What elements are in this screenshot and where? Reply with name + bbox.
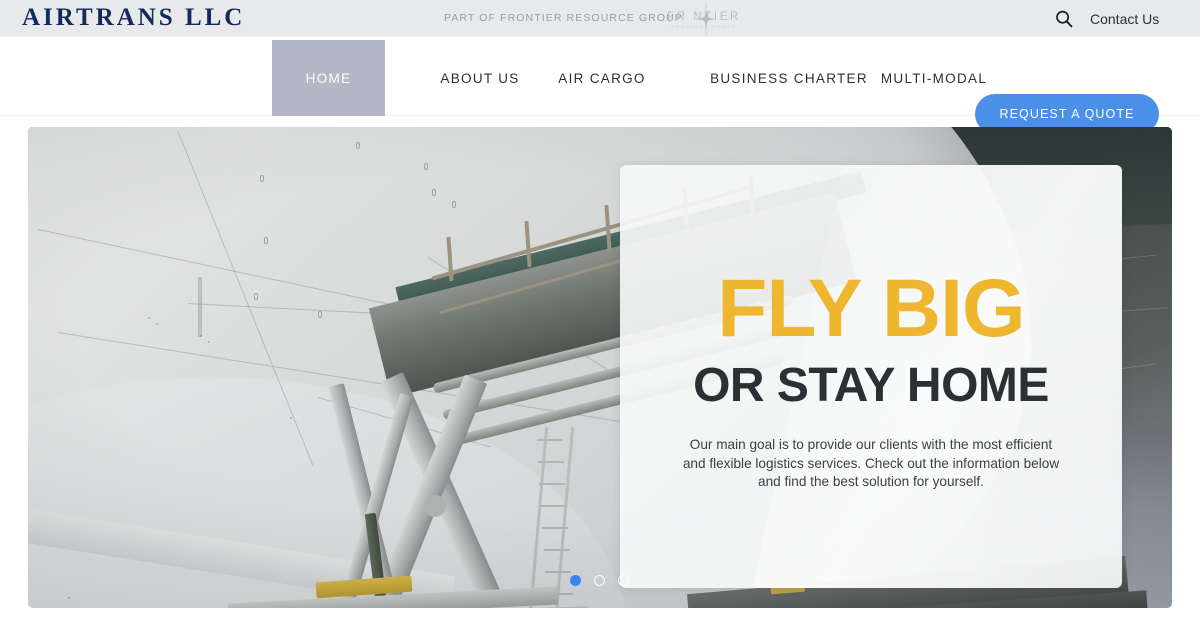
- nav-item-home[interactable]: HOME: [272, 40, 385, 116]
- carousel-dot-3[interactable]: [618, 575, 629, 586]
- hero-headline: FLY BIG: [717, 263, 1025, 354]
- request-a-quote-label: REQUEST A QUOTE: [999, 107, 1135, 121]
- hero-text-card: FLY BIG OR STAY HOME Our main goal is to…: [620, 165, 1122, 588]
- search-icon[interactable]: [1054, 9, 1074, 29]
- hero-carousel: FLY BIG OR STAY HOME Our main goal is to…: [28, 127, 1172, 608]
- hero-subheadline: OR STAY HOME: [693, 358, 1049, 412]
- contact-us-link[interactable]: Contact Us: [1090, 11, 1159, 27]
- main-navigation: HOME ABOUT US AIR CARGO BUSINESS CHARTER…: [0, 37, 1200, 134]
- carousel-dot-1[interactable]: [570, 575, 581, 586]
- compass-star-icon: [696, 3, 716, 35]
- carousel-dots: [570, 575, 629, 586]
- hero-paragraph: Our main goal is to provide our clients …: [682, 436, 1060, 490]
- carousel-dot-2[interactable]: [594, 575, 605, 586]
- scissor-pivot-plate: [424, 495, 446, 517]
- site-logo[interactable]: AIRTRANS LLC: [22, 4, 245, 32]
- nav-item-home-label: HOME: [305, 70, 352, 86]
- top-utility-bar: AIRTRANS LLC PART OF FRONTIER RESOURCE G…: [0, 0, 1200, 37]
- frontier-resource-group-logo[interactable]: FR NTIER RESOURCE GROUP: [660, 3, 748, 35]
- partner-tagline: PART OF FRONTIER RESOURCE GROUP: [444, 12, 683, 24]
